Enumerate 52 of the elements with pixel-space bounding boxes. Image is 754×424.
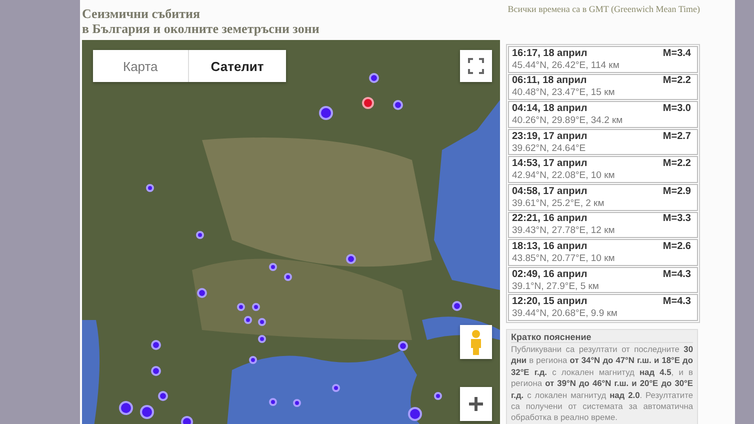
earthquake-entry[interactable]: 04:58, 17 април M=2.9 39.61°N, 25.2°E, 2 км: [508, 184, 698, 211]
event-location: 40.48°N, 23.47°E, 15 км: [512, 87, 616, 98]
page-title: Сеизмични събития: [82, 6, 202, 21]
event-location: 39.1°N, 27.9°E, 5 км: [512, 280, 600, 292]
earthquake-entry[interactable]: 06:11, 18 април M=2.2 40.48°N, 23.47°E, 15 км: [508, 74, 698, 100]
earthquake-entry[interactable]: 02:49, 16 април M=4.3 39.1°N, 27.9°E, 5 км: [508, 266, 698, 294]
explanation-title: Кратко пояснение: [511, 332, 693, 343]
event-time: 06:11, 18 април: [512, 75, 587, 88]
event-location: 40.26°N, 29.89°E, 34.2 км: [512, 114, 624, 126]
event-time: 04:58, 17 април: [512, 186, 588, 198]
event-location: 39.62°N, 24.64°E: [512, 142, 587, 154]
earthquake-entry[interactable]: 04:14, 18 април M=3.0 40.26°N, 29.89°E, 34.2 км: [508, 101, 698, 128]
event-magnitude: M=3.4: [662, 48, 691, 60]
time-note: Всички времена са в GMT (Greenwich Mean Time): [508, 4, 700, 14]
event-time: 23:19, 17 април: [512, 130, 588, 143]
event-location: 43.85°N, 20.77°E, 10 км: [512, 252, 616, 264]
earthquake-entry[interactable]: 22:21, 16 април M=3.3 39.43°N, 27.78°E, 12 км: [508, 212, 698, 238]
event-location: 39.61°N, 25.2°E, 2 км: [512, 198, 606, 209]
page-subtitle: в България и околните земетръсни зони: [82, 21, 320, 36]
event-time: 04:14, 18 април: [512, 102, 588, 115]
event-time: 02:49, 16 април: [512, 268, 588, 281]
fullscreen-button[interactable]: [460, 50, 492, 82]
event-magnitude: M=2.7: [662, 130, 691, 143]
earthquake-entry[interactable]: 16:17, 18 април M=3.4 45.44°N, 26.42°E, 114 км: [508, 46, 698, 73]
earthquake-entry[interactable]: 23:19, 17 април M=2.7 39.62°N, 24.64°E: [508, 128, 698, 156]
event-magnitude: M=4.3: [662, 296, 691, 308]
earthquake-entry[interactable]: 14:53, 17 април M=2.2 42.94°N, 22.08°E, 10 км: [508, 156, 698, 183]
event-magnitude: M=2.2: [662, 75, 691, 88]
event-time: 14:53, 17 април: [512, 158, 588, 170]
event-magnitude: M=4.3: [662, 268, 691, 281]
event-time: 22:21, 16 април: [512, 213, 588, 226]
zoom-in-button[interactable]: [460, 387, 492, 421]
explanation-text: Публикувани са резултати от последните 30 дни в региона от 34°N до 47°N г.ш. и 18°E до 32°E г.д. с локален магнитуд над 4.5, и в региона от 39°N до 46°N г.ш. и 20°E до 30°E г.д. с локален магнитуд над 2.0. Резултатите са получени от системата за автоматична обработка в реално време.: [511, 344, 693, 424]
earthquake-entry[interactable]: 12:20, 15 април M=4.3 39.44°N, 20.68°E, 9.9 км: [508, 294, 698, 321]
map-type-tab[interactable]: Карта: [93, 50, 188, 82]
event-location: 39.44°N, 20.68°E, 9.9 км: [512, 308, 618, 320]
event-magnitude: M=2.2: [662, 158, 691, 170]
earthquake-entry[interactable]: 18:13, 16 април M=2.6 43.85°N, 20.77°E, 10 км: [508, 239, 698, 266]
event-location: 45.44°N, 26.42°E, 114 км: [512, 60, 620, 71]
fullscreen-icon: [468, 58, 484, 74]
event-time: 12:20, 15 април: [512, 296, 588, 308]
event-location: 39.43°N, 27.78°E, 12 км: [512, 225, 616, 236]
event-magnitude: M=2.6: [662, 240, 691, 253]
event-magnitude: M=3.0: [662, 102, 691, 115]
event-time: 18:13, 16 април: [512, 240, 588, 253]
plus-icon: [469, 397, 483, 411]
event-location: 42.94°N, 22.08°E, 10 км: [512, 170, 616, 182]
person-icon: [469, 329, 483, 355]
event-magnitude: M=3.3: [662, 213, 691, 226]
map-type-tab[interactable]: Сателит: [188, 50, 286, 82]
event-magnitude: M=2.9: [662, 186, 691, 198]
event-time: 16:17, 18 април: [512, 48, 588, 60]
